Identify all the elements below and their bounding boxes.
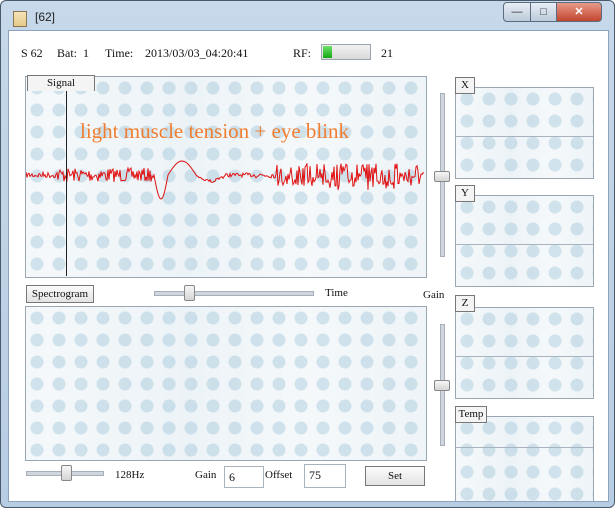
temp-tab[interactable]: Temp: [455, 406, 487, 423]
battery-value: 1: [83, 46, 89, 60]
app-window: [62] — □ ✕ S 62 Bat: 1 Time: 2013/03/03_…: [0, 0, 615, 508]
time-slider[interactable]: [154, 285, 314, 301]
maximize-button[interactable]: □: [530, 2, 557, 22]
battery-label: Bat:: [57, 46, 77, 60]
time-value: 2013/03/03_04:20:41: [145, 46, 249, 60]
gain-vertical-slider[interactable]: [434, 324, 450, 446]
set-button[interactable]: Set: [365, 466, 425, 486]
sensor-id: S 62: [21, 46, 43, 60]
title-bar[interactable]: [62] — □ ✕: [1, 1, 614, 31]
gain-vertical-slider-thumb[interactable]: [434, 380, 450, 391]
window-title: [62]: [35, 10, 56, 24]
y-axis-tab[interactable]: Y: [455, 185, 475, 202]
offset-label: Offset: [265, 469, 293, 481]
temp-panel: [455, 416, 594, 501]
rf-signal-bar: [321, 44, 371, 60]
signal-trace-canvas: [26, 160, 425, 200]
time-label: Time:: [105, 46, 134, 60]
frequency-slider-thumb[interactable]: [61, 465, 72, 481]
spectrogram-button[interactable]: Spectrogram: [26, 285, 94, 303]
z-axis-panel: [455, 307, 594, 399]
z-axis-tab[interactable]: Z: [455, 295, 475, 312]
signal-vertical-slider[interactable]: [434, 93, 450, 257]
signal-cursor[interactable]: [66, 90, 67, 276]
rf-value: 21: [381, 46, 393, 60]
signal-plot[interactable]: light muscle tension + eye blink: [25, 76, 427, 278]
rf-label: RF:: [293, 46, 312, 60]
minimize-button[interactable]: —: [503, 2, 531, 22]
client-area: S 62 Bat: 1 Time: 2013/03/03_04:20:41 RF…: [8, 30, 609, 502]
offset-field[interactable]: 75: [304, 464, 346, 488]
time-slider-thumb[interactable]: [184, 285, 195, 301]
signal-annotation: light muscle tension + eye blink: [80, 119, 350, 143]
signal-trace: [26, 160, 425, 200]
gain-slider-label: Gain: [423, 289, 445, 301]
rf-signal-fill: [323, 46, 332, 58]
signal-vertical-slider-thumb[interactable]: [434, 171, 450, 182]
y-axis-panel: [455, 195, 594, 287]
x-axis-panel: [455, 87, 594, 179]
app-icon: [13, 11, 27, 27]
gain-label: Gain: [195, 469, 217, 481]
x-axis-tab[interactable]: X: [455, 77, 475, 94]
time-slider-label: Time: [325, 287, 348, 299]
close-button[interactable]: ✕: [556, 2, 602, 22]
gain-field[interactable]: 6: [224, 466, 264, 488]
frequency-value: 128Hz: [115, 469, 145, 481]
spectrogram-plot[interactable]: [25, 306, 427, 461]
frequency-slider[interactable]: [26, 465, 104, 481]
signal-tab[interactable]: Signal: [27, 75, 95, 91]
